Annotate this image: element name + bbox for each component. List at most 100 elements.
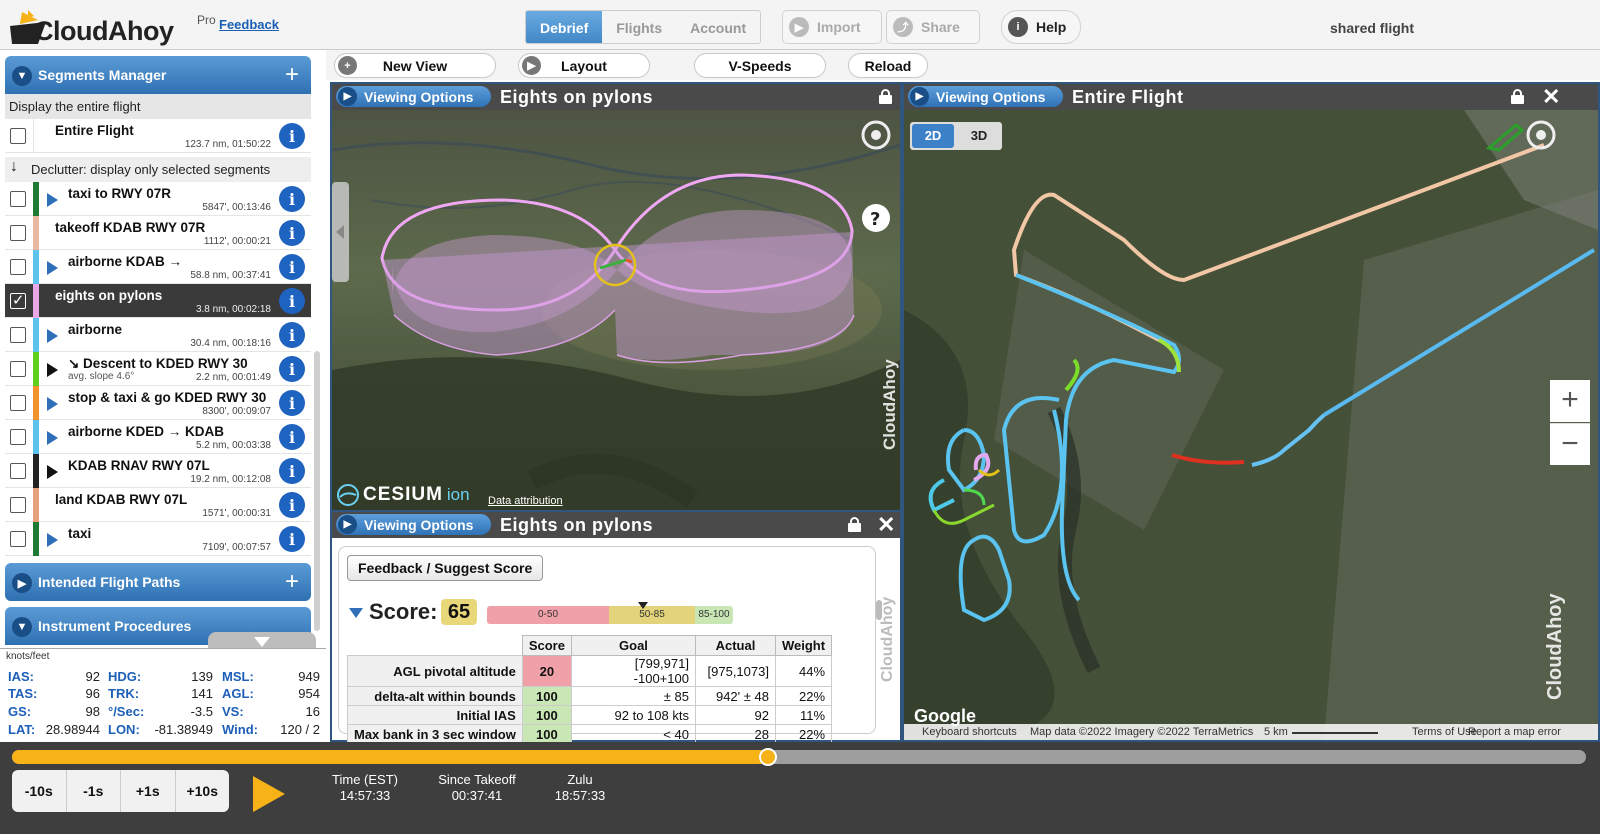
segment-row[interactable]: airborne KDED → KDAB 5.2 nm, 00:03:38 i	[5, 420, 311, 454]
info-icon[interactable]: i	[279, 254, 305, 280]
cloudahoy-watermark: CloudAhoy	[880, 359, 899, 450]
step-forward-10s-button[interactable]: +10s	[176, 770, 230, 812]
segment-checkbox[interactable]	[10, 395, 26, 411]
info-icon[interactable]: i	[279, 458, 305, 484]
map-viewing-options-button[interactable]: ▶ Viewing Options	[908, 86, 1063, 107]
criterion-actual: 28	[694, 724, 776, 744]
info-icon[interactable]: i	[279, 390, 305, 416]
segment-row[interactable]: land KDAB RWY 07L 1571', 00:00:31 i	[5, 488, 311, 522]
intended-paths-title: Intended Flight Paths	[38, 574, 181, 590]
cesium-logo[interactable]: CESIUM ion	[336, 482, 470, 508]
data-attribution-link[interactable]: Data attribution	[488, 495, 563, 507]
segment-row[interactable]: taxi to RWY 07R 5847', 00:13:46 i	[5, 182, 311, 216]
zulu-readout: Zulu 18:57:33	[554, 772, 606, 803]
new-view-button[interactable]: + New View	[334, 53, 496, 78]
segment-row[interactable]: airborne KDAB → 58.8 nm, 00:37:41 i	[5, 250, 311, 284]
tab-flights[interactable]: Flights	[602, 11, 676, 43]
import-button[interactable]: ▶ Import	[782, 10, 882, 44]
layout-button[interactable]: ▶ Layout	[518, 53, 650, 78]
info-icon[interactable]: i	[279, 492, 305, 518]
segment-checkbox[interactable]	[10, 429, 26, 445]
feedback-link[interactable]: Feedback	[219, 17, 279, 32]
scale-bar	[1292, 732, 1378, 734]
map-2d-button[interactable]: 2D	[912, 124, 954, 148]
step-back-1s-button[interactable]: -1s	[67, 770, 121, 812]
lock-icon[interactable]	[879, 89, 892, 104]
segment-checkbox[interactable]	[10, 327, 26, 343]
lock-icon[interactable]	[1511, 89, 1524, 104]
intended-paths-header[interactable]: ▶ Intended Flight Paths +	[5, 563, 311, 601]
score-row: AGL pivotal altitude 20 [799,971] -100+100…	[347, 655, 833, 687]
segments-manager-header[interactable]: ▼ Segments Manager +	[5, 56, 311, 94]
info-icon[interactable]: i	[279, 123, 305, 149]
zoom-in-button[interactable]: +	[1550, 380, 1590, 422]
segment-row[interactable]: airborne 30.4 nm, 00:18:16 i	[5, 318, 311, 352]
info-icon[interactable]: i	[279, 322, 305, 348]
info-icon[interactable]: i	[279, 186, 305, 212]
segment-checkbox[interactable]	[10, 361, 26, 377]
segment-row[interactable]: stop & taxi & go KDED RWY 30 8300', 00:09…	[5, 386, 311, 420]
help-button[interactable]: i Help	[1001, 10, 1081, 44]
add-icon[interactable]: +	[285, 568, 299, 596]
segment-row[interactable]: eights on pylons 3.8 nm, 00:02:18 i	[5, 284, 311, 318]
info-icon[interactable]: i	[279, 220, 305, 246]
tab-debrief[interactable]: Debrief	[526, 11, 603, 43]
play-icon[interactable]	[253, 776, 285, 812]
zoom-out-button[interactable]: −	[1550, 423, 1590, 465]
score-viewing-options-button[interactable]: ▶ Viewing Options	[336, 514, 491, 535]
expand-triangle-icon[interactable]	[47, 397, 58, 411]
segment-row[interactable]: KDAB RNAV RWY 07L 19.2 nm, 00:12:08 i	[5, 454, 311, 488]
segment-name: airborne	[68, 322, 123, 337]
entire-flight-checkbox[interactable]	[10, 128, 26, 144]
share-button[interactable]: ⤴ Share	[886, 10, 980, 44]
close-icon[interactable]: ✕	[1542, 84, 1560, 110]
view-3d-title: Eights on pylons	[500, 87, 654, 107]
collapse-triangle-icon[interactable]	[349, 608, 363, 618]
expand-triangle-icon[interactable]	[47, 193, 58, 207]
segment-checkbox[interactable]	[10, 531, 26, 547]
timeline-track[interactable]	[12, 748, 1586, 766]
view-3d-viewing-options-button[interactable]: ▶ Viewing Options	[336, 86, 491, 107]
expand-triangle-icon[interactable]	[47, 431, 58, 445]
info-icon[interactable]: i	[279, 424, 305, 450]
segment-checkbox[interactable]	[10, 225, 26, 241]
info-icon[interactable]: i	[279, 356, 305, 382]
vspeeds-button[interactable]: V-Speeds	[694, 53, 826, 78]
segment-checkbox[interactable]	[10, 463, 26, 479]
reload-button[interactable]: Reload	[848, 53, 928, 78]
segment-meta: 2.2 nm, 00:01:49	[195, 372, 271, 383]
segment-checkbox[interactable]	[10, 291, 26, 309]
map-3d-button[interactable]: 3D	[958, 124, 1000, 148]
info-icon[interactable]: i	[279, 526, 305, 552]
lock-icon[interactable]	[848, 517, 861, 532]
expand-triangle-icon[interactable]	[47, 533, 58, 547]
score-scrollbar[interactable]	[876, 600, 882, 620]
segment-checkbox[interactable]	[10, 497, 26, 513]
segment-row[interactable]: taxi 7109', 00:07:57 i	[5, 522, 311, 556]
segment-row[interactable]: ↘ Descent to KDED RWY 30 avg. slope 4.6° 2…	[5, 352, 311, 386]
segment-checkbox[interactable]	[10, 191, 26, 207]
info-icon[interactable]: i	[279, 288, 305, 314]
report-map-error-link[interactable]: Report a map error	[1468, 726, 1561, 738]
expand-triangle-icon[interactable]	[47, 329, 58, 343]
keyboard-shortcuts-link[interactable]: Keyboard shortcuts	[922, 726, 1017, 738]
tab-account[interactable]: Account	[676, 11, 760, 43]
help-q-icon[interactable]: ?	[870, 209, 880, 230]
expand-triangle-icon[interactable]	[47, 465, 58, 479]
expand-triangle-icon[interactable]	[47, 261, 58, 275]
left-scrollbar[interactable]	[314, 351, 320, 631]
close-icon[interactable]: ✕	[877, 512, 895, 538]
cloudahoy-logo[interactable]: CloudAhoy Pro	[8, 8, 216, 46]
expand-triangle-icon[interactable]	[47, 363, 58, 377]
segment-row[interactable]: takeoff KDAB RWY 07R 1112', 00:00:21 i	[5, 216, 311, 250]
arrow-down-icon: ↓	[10, 158, 18, 175]
step-forward-1s-button[interactable]: +1s	[121, 770, 176, 812]
feedback-suggest-score-button[interactable]: Feedback / Suggest Score	[347, 555, 544, 581]
timeline-handle[interactable]	[759, 748, 777, 766]
add-icon[interactable]: +	[285, 61, 299, 89]
view-3d-canvas[interactable]: ? CloudAhoy CESIUM ion Data attribution	[332, 110, 900, 516]
segment-checkbox[interactable]	[10, 259, 26, 275]
segment-entire-flight[interactable]: Entire Flight 123.7 nm, 01:50:22 i	[5, 119, 311, 153]
step-back-10s-button[interactable]: -10s	[12, 770, 67, 812]
map-canvas[interactable]: 2D 3D + − CloudAhoy Google Keyboard shor…	[904, 110, 1598, 740]
